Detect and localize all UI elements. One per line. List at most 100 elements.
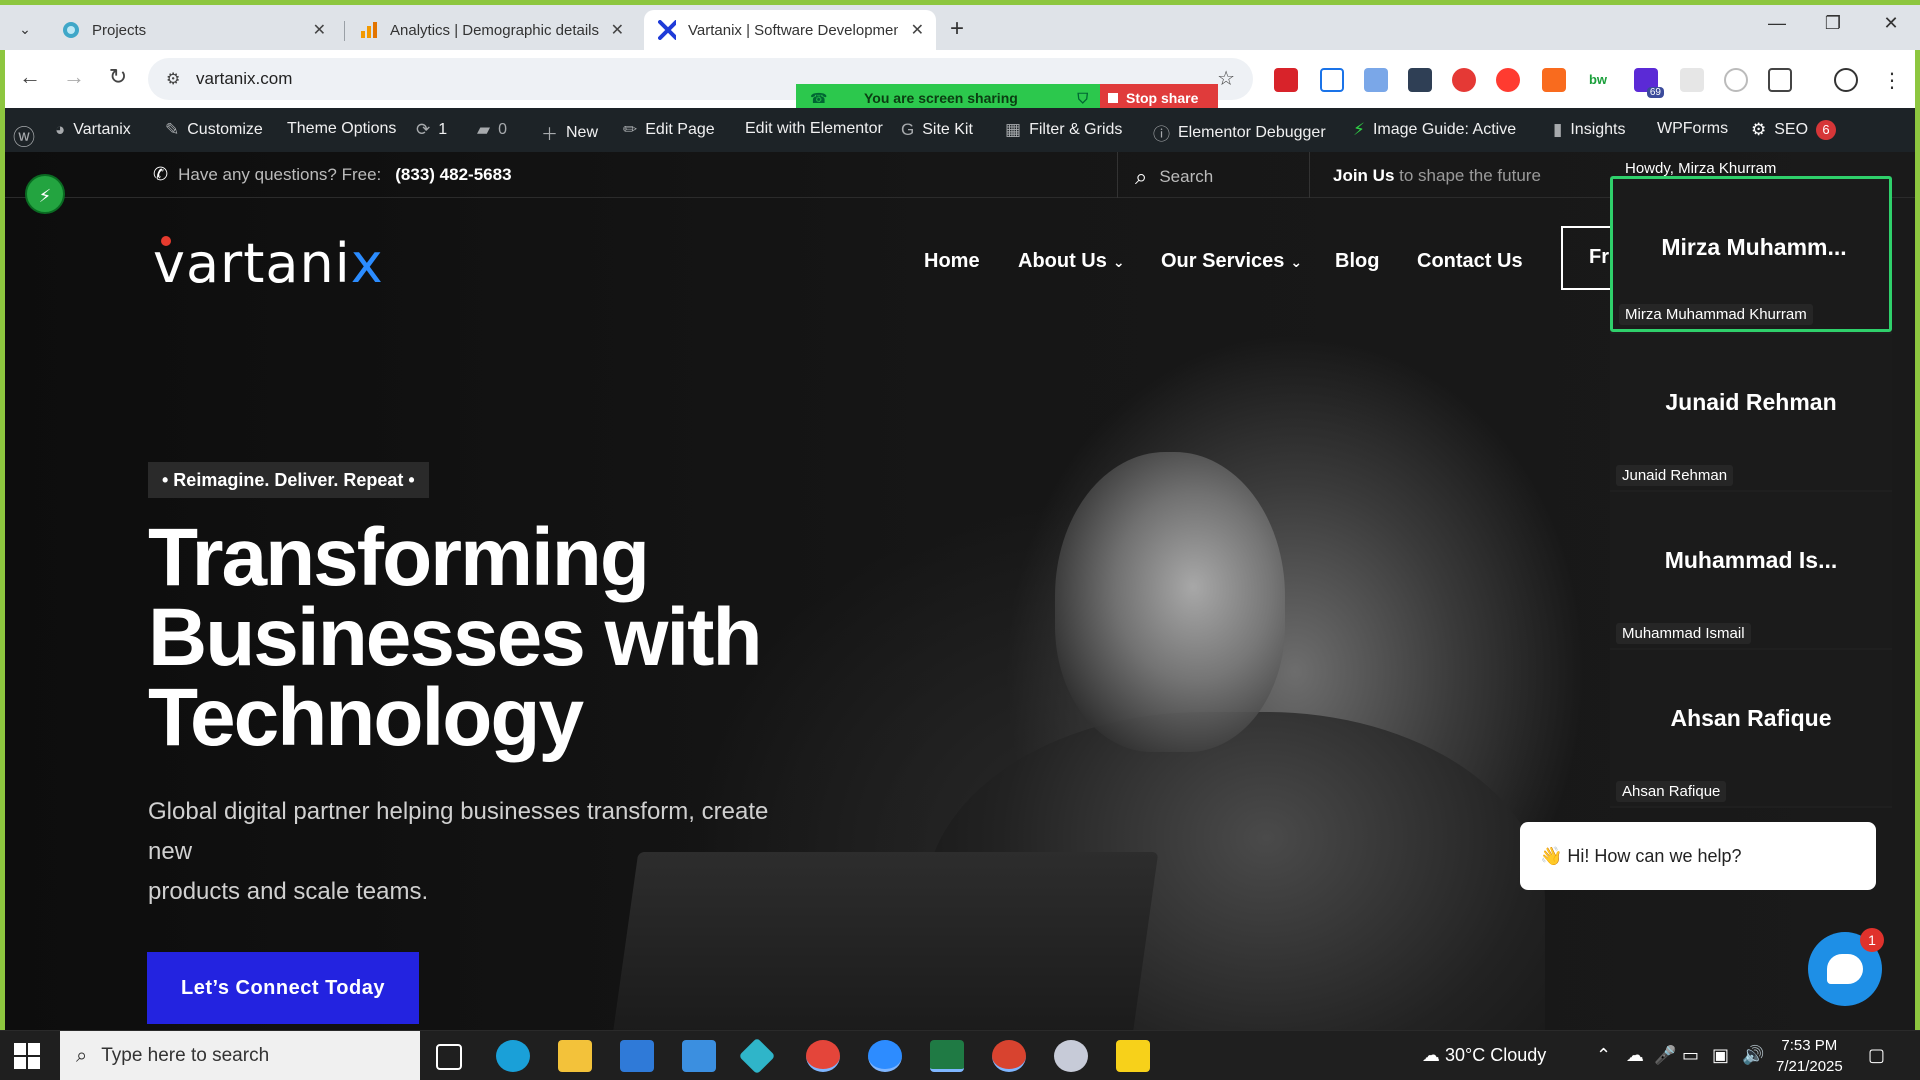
wp-image-guide[interactable]: ⚡ Image Guide: Active [1353,120,1516,140]
bolt-icon: ⚡ [1353,120,1365,139]
wp-elementor-debugger[interactable]: ⓘ Elementor Debugger [1153,120,1326,145]
chrome-profile-icon[interactable] [992,1040,1026,1072]
browser-tab-analytics[interactable]: Analytics | Demographic details ✕ [346,10,636,50]
participant-tile[interactable]: Ahsan Rafique Ahsan Rafique [1610,650,1892,806]
weather-widget[interactable]: ☁ 30°C Cloudy [1422,1045,1546,1066]
profile-icon[interactable] [1834,68,1858,92]
onedrive-icon[interactable]: ☁ [1626,1045,1644,1066]
paint-icon[interactable] [1054,1040,1088,1072]
blank-extension-icon[interactable] [1680,68,1704,92]
back-icon[interactable]: ← [15,64,45,90]
bookmark-star-icon[interactable]: ☆ [1217,66,1235,91]
notifications-icon[interactable]: ▢ [1868,1045,1885,1066]
wp-insights[interactable]: ▮ Insights [1553,120,1626,140]
wp-customize[interactable]: ✎ Customize [165,120,263,140]
forward-icon[interactable]: → [59,64,89,90]
wp-edit-page[interactable]: ✏ Edit Page [623,120,715,140]
close-tab-icon[interactable]: ✕ [313,20,326,40]
info-icon: ⓘ [1153,125,1170,144]
participant-tile[interactable]: Junaid Rehman Junaid Rehman [1610,334,1892,490]
compass-extension-icon[interactable] [1724,68,1748,92]
divider [1309,152,1310,198]
file-explorer-icon[interactable] [558,1040,592,1072]
document-extension-icon[interactable] [1364,68,1388,92]
howdy-user[interactable]: Howdy, Mirza Khurram [1625,160,1776,177]
nav-contact-us[interactable]: Contact Us [1417,250,1523,273]
wp-wpforms[interactable]: WPForms [1657,120,1728,138]
wp-updates[interactable]: ⟳ 1 [416,120,447,140]
participant-tile[interactable]: Mirza Muhamm... Mirza Muhammad Khurram [1610,176,1892,332]
microsoft-store-icon[interactable] [620,1040,654,1072]
restore-icon[interactable]: ❐ [1818,13,1848,34]
nav-about-us[interactable]: About Us ⌄ [1018,250,1125,273]
tray-chevron-up-icon[interactable]: ⌃ [1596,1045,1611,1066]
windows-start-icon[interactable] [14,1043,40,1069]
taskbar-clock[interactable]: 7:53 PM 7/21/2025 [1776,1035,1843,1077]
extensions-puzzle-icon[interactable] [1768,68,1792,92]
tab-search-chevron-icon[interactable]: ⌄ [10,14,40,44]
browser-tab-vartanix[interactable]: Vartanix | Software Developmen ✕ [644,10,936,50]
close-tab-icon[interactable]: ✕ [611,20,624,40]
wp-seo[interactable]: ⚙ SEO 6 [1751,120,1837,140]
y-extension-icon[interactable] [1542,68,1566,92]
wp-comments[interactable]: ▰ 0 [477,120,507,140]
color-picker-extension-icon[interactable] [1452,68,1476,92]
shield-extension-icon[interactable] [1320,68,1344,92]
nav-home[interactable]: Home [924,250,980,273]
participant-tile[interactable]: Muhammad Is... Muhammad Ismail [1610,492,1892,648]
microphone-icon[interactable]: 🎤 [1654,1045,1676,1066]
wp-theme-options[interactable]: Theme Options [287,120,396,138]
participant-name-label: Muhammad Ismail [1616,623,1751,644]
wp-filter-grids[interactable]: ▦ Filter & Grids [1005,120,1122,140]
chat-launcher-button[interactable]: 1 [1808,928,1884,1006]
camera-extension-icon[interactable] [1408,68,1432,92]
site-settings-icon[interactable]: ⚙ [166,69,180,89]
close-tab-icon[interactable]: ✕ [911,20,924,40]
join-us-link[interactable]: Join Us to shape the future [1333,166,1541,186]
new-tab-button[interactable]: + [950,15,964,43]
nav-blog[interactable]: Blog [1335,250,1379,273]
wp-site-name[interactable]: ◕ Vartanix [55,120,131,140]
chrome-icon[interactable] [806,1040,840,1072]
close-window-icon[interactable]: ✕ [1876,13,1906,34]
minimize-icon[interactable]: — [1762,13,1792,34]
browser-tab-projects[interactable]: Projects ✕ [48,10,338,50]
lets-connect-button[interactable]: Let’s Connect Today [147,952,419,1024]
bw-extension-icon[interactable]: bw [1586,68,1610,92]
acrobat-extension-icon[interactable] [1274,68,1298,92]
chat-greeting-bubble[interactable]: 👋 Hi! How can we help? [1520,822,1876,890]
mail-icon[interactable] [682,1040,716,1072]
task-view-icon[interactable] [436,1044,462,1070]
pokeball-extension-icon[interactable] [1496,68,1520,92]
tab-title: Vartanix | Software Developmen [688,21,898,39]
taskbar-search[interactable]: ⌕ Type here to search [60,1031,420,1080]
vartanix-logo[interactable]: vartanix [153,232,384,295]
sticky-notes-icon[interactable] [1116,1040,1150,1072]
battery-icon[interactable]: ▭ [1682,1045,1699,1066]
reload-icon[interactable]: ↻ [103,64,133,90]
hero-person-head [1055,452,1285,752]
phone-number-link[interactable]: (833) 482-5683 [395,165,511,185]
site-search[interactable]: ⌕ Search [1135,164,1213,190]
wp-new[interactable]: ＋ New [541,120,598,145]
search-icon: ⌕ [76,1044,88,1067]
bolt-widget-icon[interactable]: ⚡ [25,174,65,214]
zoom-icon[interactable] [868,1040,902,1072]
contact-question: ✆ Have any questions? Free: (833) 482-56… [153,164,512,185]
wp-site-kit[interactable]: G Site Kit [901,120,973,140]
wordpress-logo-icon[interactable]: ⓦ [13,120,43,152]
wp-edit-elementor[interactable]: Edit with Elementor [745,120,883,138]
app-diamond-icon[interactable] [738,1037,776,1075]
url-text[interactable]: vartanix.com [196,69,292,89]
nav-our-services[interactable]: Our Services ⌄ [1161,250,1302,273]
chat-bubble-icon [1827,954,1863,984]
volume-icon[interactable]: 🔊 [1742,1045,1764,1066]
menu-kebab-icon[interactable]: ⋮ [1880,68,1904,92]
hat-extension-icon[interactable]: 69 [1634,68,1664,98]
edge-icon[interactable] [496,1040,530,1072]
seo-gear-icon: ⚙ [1751,120,1767,139]
participant-name-label: Junaid Rehman [1616,465,1734,486]
excel-icon[interactable] [930,1040,964,1072]
network-icon[interactable]: ▣ [1712,1045,1729,1066]
plus-icon: ＋ [541,125,558,144]
